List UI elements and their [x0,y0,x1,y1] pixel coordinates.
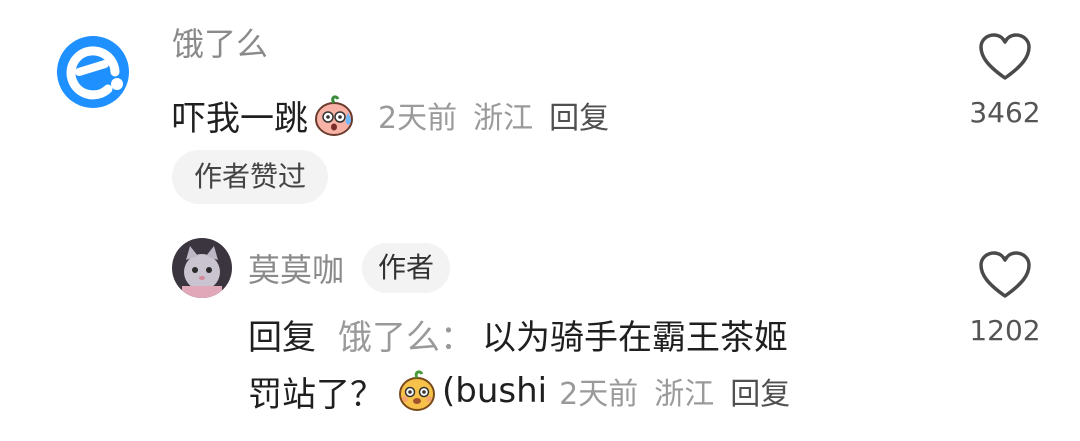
eleme-logo-icon[interactable] [45,32,141,112]
shocked-peach-emoji-icon [310,91,358,139]
comment-reply-button[interactable]: 回复 [549,93,609,137]
reply-username[interactable]: 莫莫咖 [248,245,344,291]
comment-time: 2天前 [378,101,458,136]
reply-header: 莫莫咖 作者 [248,242,451,294]
author-liked-badge: 作者赞过 [172,150,329,204]
reply-like-count: 1202 [969,314,1041,347]
reply-time: 2天前 [559,377,639,412]
comment-like-count: 3462 [969,96,1041,129]
reply-content-line-1: 回复 饿了么： 以为骑手在霸王茶姬 [248,308,788,360]
reply-to-username[interactable]: 饿了么： [338,310,474,359]
comment-content-line: 吓我一跳 2天前 浙江 回复 [172,90,609,140]
reply-like-group: 1202 [960,250,1050,348]
reply-text-line1: 以为骑手在霸王茶姬 [482,317,788,358]
heart-icon[interactable] [978,250,1032,300]
heart-icon[interactable] [978,32,1032,82]
comment-thread: 饿了么 吓我一跳 2天前 浙江 回复 作者赞过 3462 莫莫咖 作者 回复 饿… [0,0,1080,441]
author-tag-badge: 作者 [362,243,451,293]
reply-text-tail: (bushi [442,371,548,411]
reply-reply-button[interactable]: 回复 [730,369,790,413]
reply-content-line-2: 罚站了？ (bushi 2天前 浙江 回复 [248,364,790,418]
reply-prefix: 回复 [248,317,316,358]
reply-text-line2: 罚站了？ [248,374,384,415]
comment-username[interactable]: 饿了么 [172,22,268,66]
comment-location: 浙江 [473,101,534,136]
comment-like-group: 3462 [960,32,1050,130]
peach-face-emoji-icon [394,368,440,414]
comment-text: 吓我一跳 [172,98,308,139]
cat-plush-avatar-icon[interactable] [172,238,232,298]
reply-location: 浙江 [654,377,715,412]
